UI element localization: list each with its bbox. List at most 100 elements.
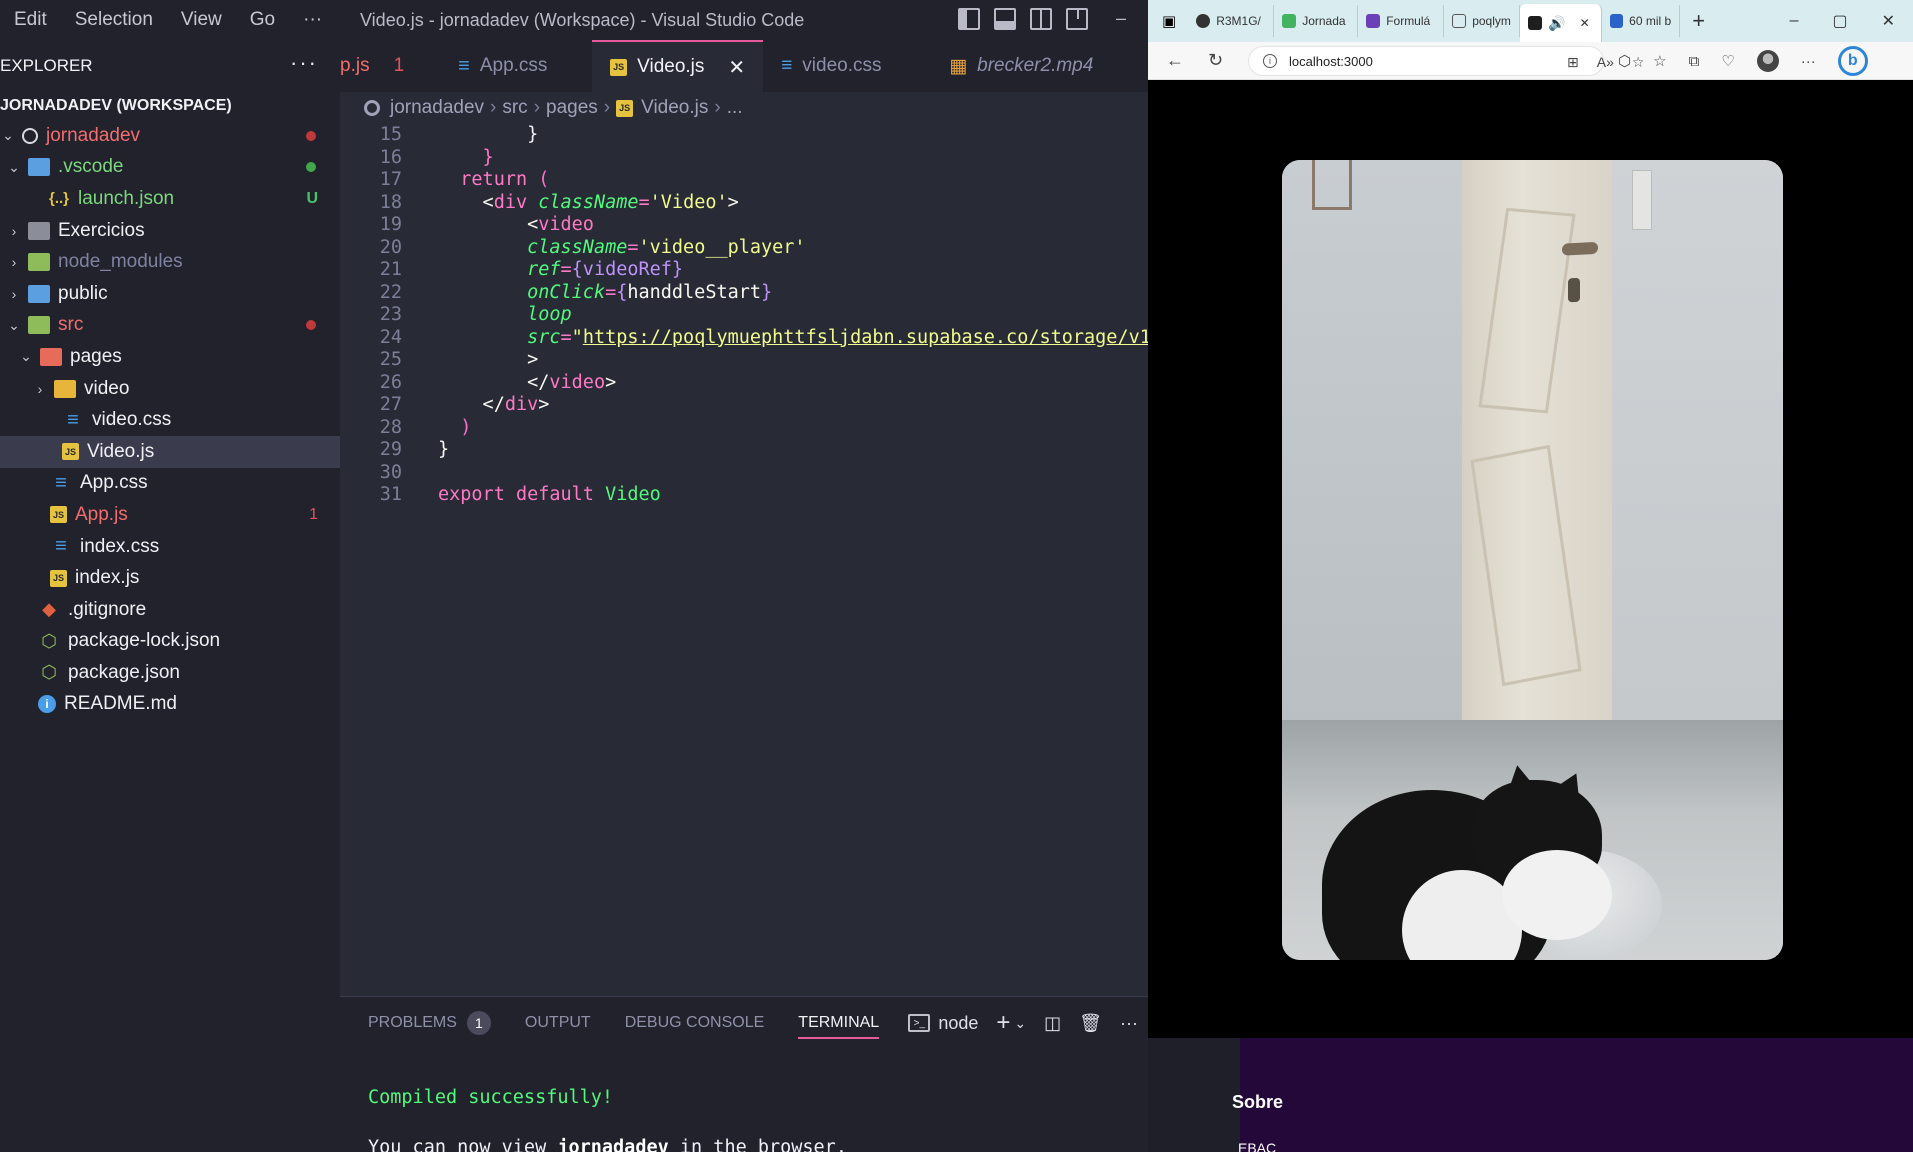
tree-item-package-lock[interactable]: ⬡ package-lock.json xyxy=(0,626,340,658)
tree-item-src[interactable]: ⌄ src xyxy=(0,310,340,342)
tree-item-index-js[interactable]: JS index.js xyxy=(0,562,340,594)
js-file-icon: JS xyxy=(616,99,634,117)
performance-icon[interactable]: ♡ xyxy=(1721,52,1734,70)
css-file-icon: ≡ xyxy=(67,408,79,431)
breadcrumb-item[interactable]: Video.js xyxy=(641,97,708,119)
chevron-down-icon[interactable]: ⌄ xyxy=(1014,1015,1026,1032)
tab-app-css[interactable]: ≡ App.css xyxy=(422,40,592,92)
tab-terminal[interactable]: TERMINAL xyxy=(798,997,879,1049)
tree-item-public[interactable]: › public xyxy=(0,278,340,310)
refresh-icon[interactable]: ↻ xyxy=(1208,50,1223,71)
tree-item-readme[interactable]: i README.md xyxy=(0,689,340,721)
tree-item-gitignore[interactable]: ◆ .gitignore xyxy=(0,594,340,626)
tab-video-js[interactable]: JS Video.js ✕ xyxy=(592,40,764,92)
tree-item-app-js[interactable]: JS App.js 1 xyxy=(0,499,340,531)
minimize-button[interactable]: – xyxy=(1790,12,1799,30)
code-text: ref={videoRef} xyxy=(438,259,684,280)
tree-item-vscode[interactable]: ⌄ .vscode xyxy=(0,152,340,184)
tab-brecker-mp4[interactable]: ▦ brecker2.mp4 xyxy=(931,40,1111,92)
browser-tab-poqlym[interactable]: poqlym xyxy=(1444,5,1521,37)
door-handle xyxy=(1562,241,1598,256)
browser-tab-localhost[interactable]: 🔊 ✕ xyxy=(1520,4,1603,42)
app-available-icon[interactable]: ⊞ xyxy=(1567,54,1579,71)
menu-selection[interactable]: Selection xyxy=(61,9,167,31)
tree-item-video-folder[interactable]: › video xyxy=(0,373,340,405)
breadcrumb-item[interactable]: pages xyxy=(546,97,598,119)
customize-layout-icon[interactable] xyxy=(1066,8,1088,30)
error-count-badge: 1 xyxy=(309,505,318,523)
menu-more[interactable]: ··· xyxy=(289,9,336,31)
tree-item-pages[interactable]: ⌄ pages xyxy=(0,341,340,373)
minimize-button[interactable]: – xyxy=(1116,8,1126,29)
trash-icon[interactable]: 🗑 xyxy=(1079,1013,1102,1034)
video-player[interactable] xyxy=(1282,160,1783,960)
chevron-right-icon: › xyxy=(37,380,43,397)
menu-go[interactable]: Go xyxy=(236,9,289,31)
menu-edit[interactable]: Edit xyxy=(0,9,61,31)
tab-label: 60 mil b xyxy=(1629,14,1672,28)
toggle-panel-icon[interactable] xyxy=(994,8,1016,30)
tree-item-video-css[interactable]: ≡ video.css xyxy=(0,404,340,436)
tab-video-css[interactable]: ≡ video.css xyxy=(763,40,931,92)
problems-count-badge: 1 xyxy=(466,1011,491,1035)
tree-item-index-css[interactable]: ≡ index.css xyxy=(0,531,340,563)
tree-item-jornadadev[interactable]: ⌄ jornadadev xyxy=(0,120,340,152)
profile-avatar[interactable] xyxy=(1756,50,1779,72)
tab-app-js[interactable]: p.js 1 xyxy=(340,40,422,92)
breadcrumb-item[interactable]: jornadadev xyxy=(390,97,484,119)
breadcrumb-item[interactable]: ... xyxy=(727,97,743,119)
favorites-icon[interactable]: ☆ xyxy=(1653,52,1666,70)
speaker-icon[interactable]: 🔊 xyxy=(1548,15,1565,32)
breadcrumb-item[interactable]: src xyxy=(502,97,527,119)
tree-item-node-modules[interactable]: › node_modules xyxy=(0,246,340,278)
door-panel xyxy=(1478,207,1576,414)
tab-output[interactable]: OUTPUT xyxy=(525,997,591,1049)
close-icon[interactable]: ✕ xyxy=(1580,16,1590,30)
workspace-header[interactable]: JORNADADEV (WORKSPACE) xyxy=(0,92,340,120)
tree-item-package-json[interactable]: ⬡ package.json xyxy=(0,657,340,689)
tree-item-app-css[interactable]: ≡ App.css xyxy=(0,468,340,500)
tree-item-exercicios[interactable]: › Exercicios xyxy=(0,215,340,247)
new-terminal-icon[interactable]: + xyxy=(996,1009,1010,1037)
site-info-icon[interactable]: i xyxy=(1263,54,1277,68)
code-text: onClick={handdleStart} xyxy=(438,281,773,303)
file-tree: ⌄ jornadadev ⌄ .vscode {..} launch.json … xyxy=(0,120,340,720)
bing-copilot-icon[interactable]: b xyxy=(1837,46,1868,76)
maximize-button[interactable]: ▢ xyxy=(1832,11,1847,31)
collections-icon[interactable]: ⧉ xyxy=(1689,53,1700,70)
video-scene-wall xyxy=(1612,160,1783,810)
close-button[interactable]: ✕ xyxy=(1882,11,1895,31)
settings-more-icon[interactable]: ··· xyxy=(1801,53,1816,70)
tree-item-video-js[interactable]: JS Video.js xyxy=(0,435,340,468)
more-actions-icon[interactable]: ··· xyxy=(1120,1013,1138,1034)
toggle-primary-sidebar-icon[interactable] xyxy=(958,8,980,30)
terminal-output[interactable]: Compiled successfully! You can now view j… xyxy=(368,1073,847,1152)
tab-label: poqlym xyxy=(1472,14,1511,28)
code-editor[interactable]: 15 } 16 } 17 return ( 18 <div className=… xyxy=(340,124,1148,996)
tab-actions-icon[interactable]: ▣ xyxy=(1162,12,1176,30)
read-aloud-icon[interactable]: A» xyxy=(1597,54,1614,70)
explorer-more-icon[interactable]: ··· xyxy=(290,50,318,76)
title-bar: Edit Selection View Go ··· Video.js - jo… xyxy=(0,0,1148,40)
new-tab-icon[interactable]: + xyxy=(1692,8,1705,34)
browser-tab-60mil[interactable]: 60 mil b xyxy=(1602,5,1681,37)
back-arrow-icon[interactable]: ← xyxy=(1166,50,1184,71)
footer-link[interactable]: EBAC xyxy=(1238,1140,1276,1152)
terminal-profile-label[interactable]: node xyxy=(938,1013,978,1034)
tab-problems[interactable]: PROBLEMS 1 xyxy=(368,997,491,1049)
close-icon[interactable]: ✕ xyxy=(728,55,745,80)
split-terminal-icon[interactable]: ◫ xyxy=(1044,1013,1061,1034)
extensions-icon[interactable]: ⬡ xyxy=(1618,52,1631,70)
tree-item-launch-json[interactable]: {..} launch.json U xyxy=(0,183,340,215)
browser-tab-jornada[interactable]: Jornada xyxy=(1274,5,1359,37)
browser-tab-github[interactable]: R3M1G/ xyxy=(1188,5,1275,37)
tree-item-label: video.css xyxy=(92,409,172,431)
panel-tabs: PROBLEMS 1 OUTPUT DEBUG CONSOLE TERMINAL xyxy=(340,997,913,1049)
toggle-secondary-sidebar-icon[interactable] xyxy=(1030,8,1052,30)
menu-view[interactable]: View xyxy=(167,9,236,31)
tab-label: p.js xyxy=(340,55,370,76)
browser-tab-formulario[interactable]: Formulá xyxy=(1358,5,1445,37)
address-bar[interactable]: i localhost:3000 ⊞ A» ☆ xyxy=(1248,46,1644,76)
video-scene-cat xyxy=(1302,740,1632,960)
tab-debug-console[interactable]: DEBUG CONSOLE xyxy=(625,997,765,1049)
